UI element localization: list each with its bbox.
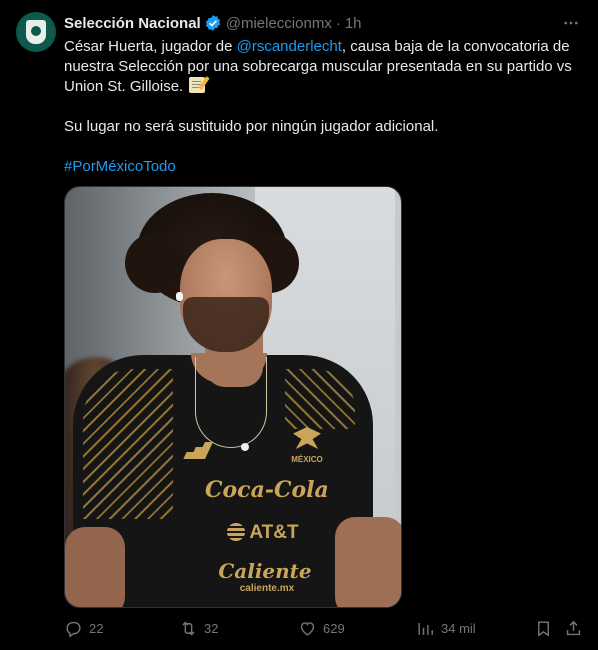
tweet-photo[interactable]: MÉXICO Coca-Cola AT&T Caliente caliente.… — [64, 186, 402, 608]
jersey-mexico-text: MÉXICO — [291, 455, 323, 464]
hashtag-link[interactable]: #PorMéxicoTodo — [64, 158, 176, 175]
adidas-logo — [181, 439, 213, 459]
bookmark-icon — [538, 620, 549, 637]
coca-cola-logo: Coca-Cola — [205, 477, 329, 503]
retweet-count: 32 — [204, 620, 219, 636]
avatar[interactable] — [16, 12, 56, 52]
like-icon — [300, 621, 315, 636]
tweet[interactable]: Selección Nacional @mieleccionmx · 1h Cé… — [0, 0, 598, 650]
earbud — [176, 292, 183, 301]
view-count: 34 mil — [441, 620, 476, 636]
bookmark-button[interactable] — [534, 619, 553, 638]
action-bar: 22 32 629 34 mil — [64, 616, 586, 640]
views-button[interactable]: 34 mil — [416, 619, 476, 638]
views-icon — [418, 622, 433, 635]
tweet-text-segment: César Huerta, jugador de — [64, 38, 237, 55]
tweet-paragraph-1: César Huerta, jugador de @rscanderlecht,… — [64, 37, 586, 97]
reply-count: 22 — [89, 620, 104, 636]
author-handle[interactable]: @mieleccionmx — [226, 15, 332, 32]
memo-emoji — [189, 77, 206, 93]
verified-icon — [204, 14, 222, 32]
share-button[interactable] — [564, 619, 583, 638]
tweet-header: Selección Nacional @mieleccionmx · 1h — [64, 12, 582, 34]
timestamp[interactable]: 1h — [345, 15, 362, 32]
share-icon — [566, 620, 581, 635]
tweet-paragraph-2: Su lugar no será sustituido por ningún j… — [64, 118, 439, 135]
like-count: 629 — [323, 620, 345, 636]
separator: · — [335, 14, 341, 32]
retweet-icon — [182, 621, 195, 635]
more-icon[interactable] — [560, 12, 582, 34]
reply-button[interactable]: 22 — [64, 619, 103, 638]
retweet-button[interactable]: 32 — [179, 619, 218, 638]
necklace — [195, 357, 267, 448]
caliente-url-text: caliente.mx — [239, 583, 295, 594]
mention-link[interactable]: @rscanderlecht — [237, 38, 342, 55]
author-name[interactable]: Selección Nacional — [64, 15, 201, 32]
tweet-text: César Huerta, jugador de @rscanderlecht,… — [64, 37, 586, 177]
caliente-logo: Caliente — [218, 559, 312, 583]
att-logo: AT&T — [213, 522, 313, 544]
reply-icon — [66, 621, 81, 638]
like-button[interactable]: 629 — [298, 619, 345, 638]
seleccion-crest-logo — [26, 20, 46, 44]
